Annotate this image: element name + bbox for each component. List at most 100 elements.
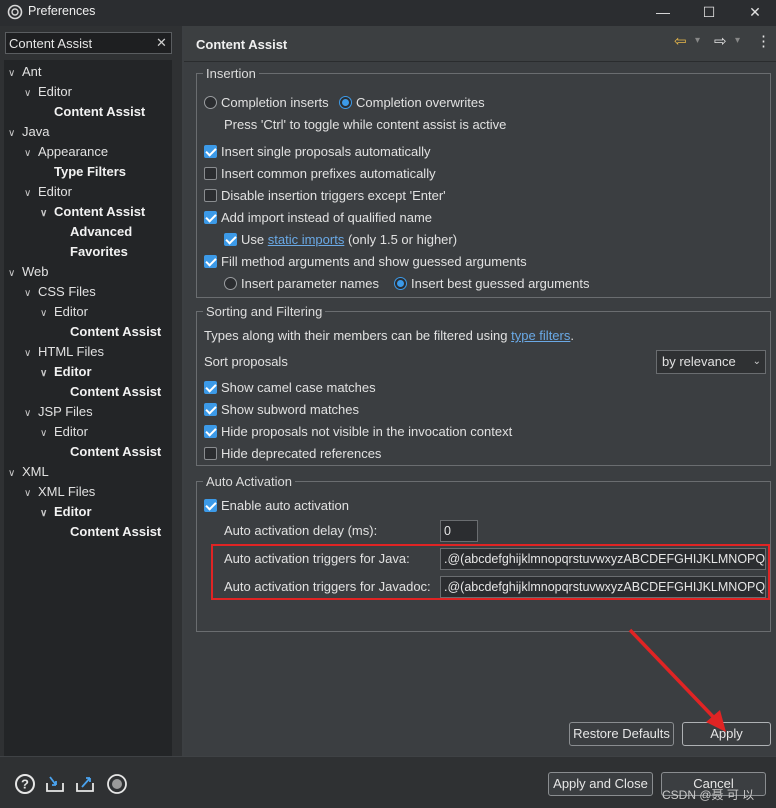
export-icon[interactable] (74, 773, 96, 795)
tree-item[interactable]: ∨ XML (8, 462, 49, 482)
hide-deprecated-checkbox[interactable]: Hide deprecated references (204, 444, 381, 464)
tree-item-label: CSS Files (38, 284, 96, 299)
tree-item[interactable]: ∨ JSP Files (24, 402, 93, 422)
tree-item-label: Content Assist (54, 104, 146, 119)
back-icon[interactable]: ⇦ (674, 32, 687, 56)
title-bar: Preferences — ☐ ✕ (0, 0, 776, 26)
enable-auto-activation-label: Enable auto activation (221, 498, 349, 513)
preference-tree: ∨ Ant ∨ Editor Content Assist ∨ Java ∨ Appearanc… (4, 60, 172, 779)
tree-item[interactable]: ∨ Editor (24, 182, 72, 202)
tree-item[interactable]: Content Assist (56, 382, 161, 402)
tree-item[interactable]: Content Assist (56, 522, 161, 542)
tree-item[interactable]: Type Filters (40, 162, 126, 182)
tree-item[interactable]: ∨ CSS Files (24, 282, 96, 302)
chevron-down-icon[interactable]: ∨ (24, 284, 38, 304)
sort-proposals-value: by relevance (662, 354, 736, 369)
chevron-down-icon[interactable]: ∨ (8, 464, 22, 484)
sort-proposals-label: Sort proposals (204, 354, 288, 369)
type-filters-text: Types along with their members can be fi… (204, 326, 574, 346)
tree-item-label: HTML Files (38, 344, 104, 359)
chevron-down-icon[interactable]: ∨ (24, 484, 38, 504)
chevron-down-icon[interactable]: ∨ (24, 184, 38, 204)
insert-single-checkbox[interactable]: Insert single proposals automatically (204, 142, 431, 162)
svg-text:?: ? (21, 777, 29, 792)
tree-item[interactable]: Content Assist (56, 442, 161, 462)
hide-deprecated-label: Hide deprecated references (221, 446, 382, 461)
static-imports-link[interactable]: static imports (268, 232, 345, 247)
hide-invisible-label: Hide proposals not visible in the invoca… (221, 424, 513, 439)
radio-on-icon (339, 96, 352, 109)
tree-item[interactable]: ∨ XML Files (24, 482, 95, 502)
chevron-down-icon[interactable]: ∨ (8, 264, 22, 284)
chevron-down-icon[interactable]: ∨ (8, 124, 22, 144)
chevron-down-icon[interactable]: ∨ (24, 84, 38, 104)
tree-item-label: Type Filters (54, 164, 127, 179)
view-menu-icon[interactable]: ⋮ (756, 32, 771, 56)
chevron-down-icon[interactable]: ∨ (40, 204, 54, 224)
completion-inserts-radio[interactable]: Completion inserts (204, 93, 329, 113)
tree-item-label: Editor (54, 304, 88, 319)
type-filters-link[interactable]: type filters (511, 328, 570, 343)
chevron-down-icon[interactable]: ∨ (24, 404, 38, 424)
fill-arguments-checkbox[interactable]: Fill method arguments and show guessed a… (204, 252, 527, 272)
tree-item[interactable]: ∨ Web (8, 262, 49, 282)
tree-item[interactable]: ∨ Editor (40, 422, 88, 442)
tree-item-label: Java (22, 124, 50, 139)
insert-common-checkbox[interactable]: Insert common prefixes automatically (204, 164, 436, 184)
checkbox-checked-icon (204, 381, 217, 394)
forward-dropdown-icon[interactable]: ▾ (735, 35, 740, 59)
insert-single-label: Insert single proposals automatically (221, 144, 431, 159)
chevron-down-icon[interactable]: ∨ (40, 304, 54, 324)
tree-item[interactable]: Advanced (56, 222, 132, 242)
tree-item[interactable]: Favorites (56, 242, 128, 262)
tree-item[interactable]: ∨ Content Assist (40, 202, 145, 222)
checkbox-checked-icon (204, 145, 217, 158)
chevron-down-icon[interactable]: ∨ (40, 424, 54, 444)
chevron-down-icon[interactable]: ∨ (40, 364, 54, 384)
chevron-down-icon[interactable]: ∨ (40, 504, 54, 524)
eclipse-logo-icon (7, 4, 23, 20)
filter-input[interactable] (5, 32, 172, 54)
tree-item[interactable]: ∨ Editor (40, 362, 92, 382)
checkbox-checked-icon (224, 233, 237, 246)
chevron-down-icon[interactable]: ∨ (24, 344, 38, 364)
forward-icon[interactable]: ⇨ (714, 32, 727, 56)
enable-auto-activation-checkbox[interactable]: Enable auto activation (204, 496, 349, 516)
insert-best-guessed-radio[interactable]: Insert best guessed arguments (394, 274, 590, 294)
tree-item[interactable]: Content Assist (40, 102, 145, 122)
tree-item[interactable]: ∨ Ant (8, 62, 42, 82)
insert-parameter-names-radio[interactable]: Insert parameter names (224, 274, 379, 294)
clear-filter-icon[interactable]: ✕ (156, 35, 167, 51)
completion-overwrites-radio[interactable]: Completion overwrites (339, 93, 485, 113)
delay-input[interactable]: 0 (440, 520, 478, 542)
period-text: . (570, 328, 574, 343)
hide-invisible-checkbox[interactable]: Hide proposals not visible in the invoca… (204, 422, 512, 442)
apply-and-close-button[interactable]: Apply and Close (548, 772, 653, 796)
add-import-checkbox[interactable]: Add import instead of qualified name (204, 208, 432, 228)
tree-item[interactable]: ∨ HTML Files (24, 342, 104, 362)
help-icon[interactable]: ? (14, 773, 36, 795)
subword-checkbox[interactable]: Show subword matches (204, 400, 359, 420)
close-button[interactable]: ✕ (732, 0, 776, 26)
import-icon[interactable] (44, 773, 66, 795)
sorting-legend: Sorting and Filtering (206, 304, 323, 319)
watermark: CSDN @聂 可 以 (662, 788, 755, 802)
tree-item[interactable]: ∨ Editor (40, 302, 88, 322)
maximize-button[interactable]: ☐ (686, 0, 732, 26)
tree-item[interactable]: Content Assist (56, 322, 161, 342)
tree-item[interactable]: ∨ Editor (24, 82, 72, 102)
sort-proposals-select[interactable]: by relevance ⌄ (656, 350, 766, 374)
camel-case-checkbox[interactable]: Show camel case matches (204, 378, 376, 398)
tree-item[interactable]: ∨ Editor (40, 502, 92, 522)
chevron-down-icon[interactable]: ∨ (24, 144, 38, 164)
checkbox-checked-icon (204, 499, 217, 512)
minimize-button[interactable]: — (640, 0, 686, 26)
highlight-box (211, 544, 770, 600)
use-static-imports-checkbox[interactable]: Use static imports (only 1.5 or higher) (224, 230, 457, 250)
chevron-down-icon[interactable]: ∨ (8, 64, 22, 84)
back-dropdown-icon[interactable]: ▾ (695, 35, 700, 59)
record-icon[interactable] (106, 773, 128, 795)
tree-item[interactable]: ∨ Java (8, 122, 49, 142)
tree-item[interactable]: ∨ Appearance (24, 142, 108, 162)
disable-triggers-checkbox[interactable]: Disable insertion triggers except 'Enter… (204, 186, 446, 206)
